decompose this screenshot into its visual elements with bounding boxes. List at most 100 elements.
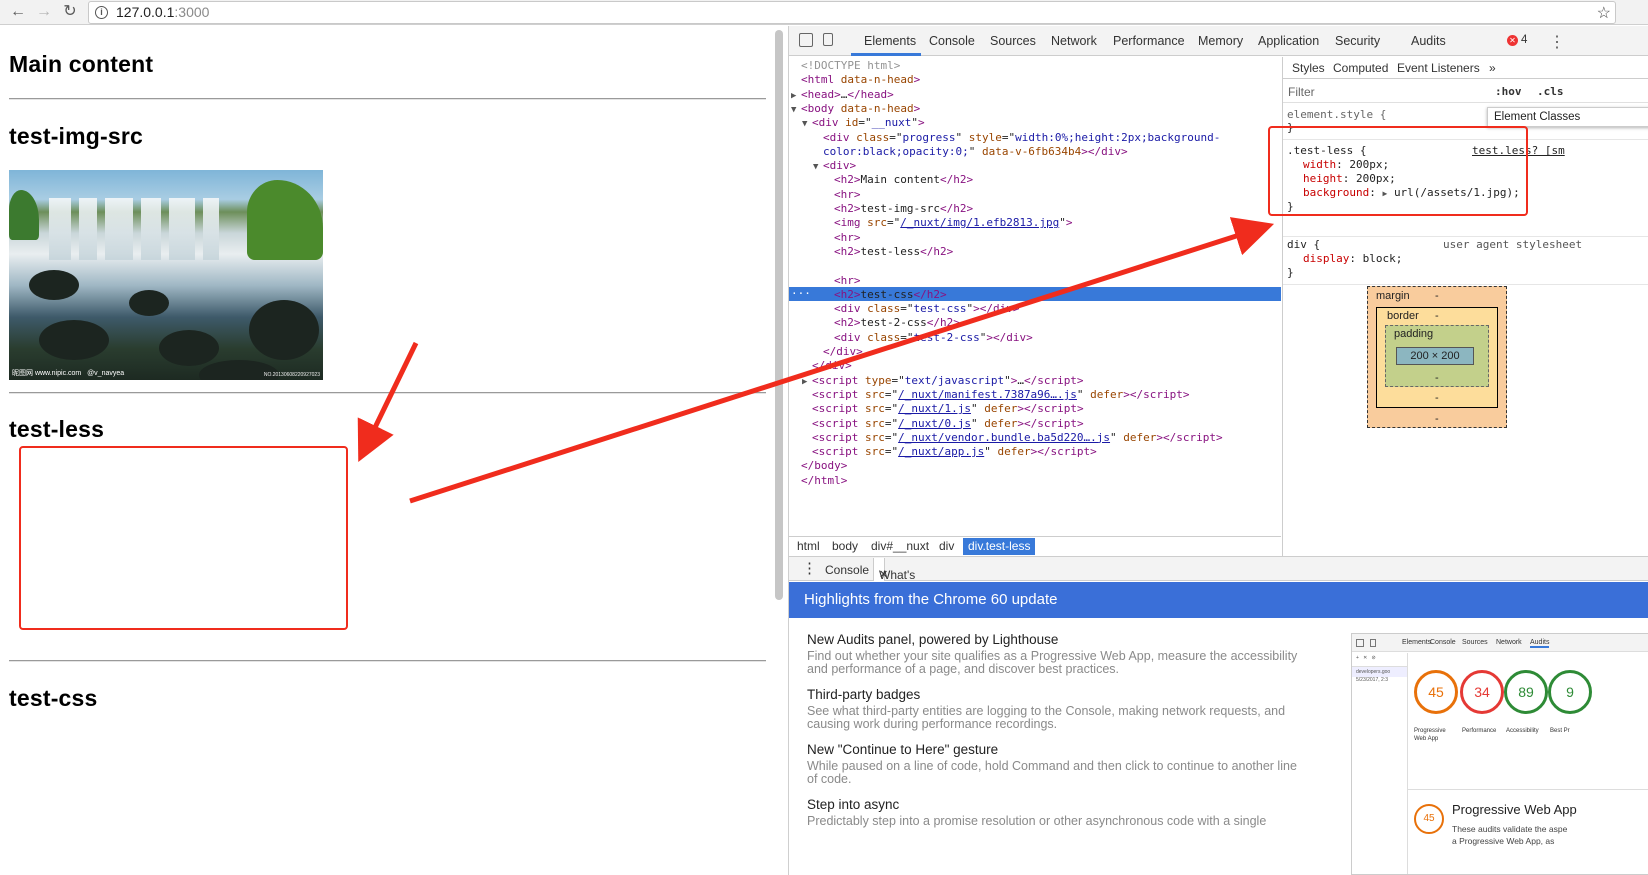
styles-filter-row: Filter :hov .cls	[1283, 80, 1648, 103]
dom-node[interactable]: <div class="test-css"></div>	[824, 302, 1019, 316]
drawer-tabbar: ⋮ Console What's New ✕	[789, 556, 1648, 604]
heading-test-less: test-less	[9, 416, 105, 442]
news-title[interactable]: Step into async	[807, 797, 899, 812]
dom-node[interactable]: <script src="/_nuxt/vendor.bundle.ba5d22…	[802, 431, 1223, 445]
news-desc: Find out whether your site qualifies as …	[807, 649, 1298, 676]
dom-node[interactable]: </div>	[813, 345, 863, 359]
tab-memory[interactable]: Memory	[1198, 34, 1243, 48]
inspect-element-icon[interactable]	[799, 33, 813, 47]
tab-elements[interactable]: Elements	[864, 34, 916, 48]
dom-node[interactable]: <hr>	[824, 188, 861, 202]
dom-node[interactable]: <h2>test-css</h2>	[824, 288, 947, 302]
box-model-border: border - - padding - 200 × 200	[1376, 307, 1498, 408]
crumb-div[interactable]: div	[939, 539, 954, 553]
tab-event-listeners[interactable]: Event Listeners	[1397, 61, 1480, 75]
dom-node[interactable]: <h2>test-img-src</h2>	[824, 202, 973, 216]
news-title[interactable]: New "Continue to Here" gesture	[807, 742, 998, 757]
dom-node[interactable]: ▼ <div id="__nuxt">	[802, 116, 925, 130]
image-watermark: 昵图网 www.nipic.com @v_navyea	[12, 370, 125, 377]
dom-node[interactable]: </body>	[791, 459, 847, 473]
gauge-accessibility: 89	[1504, 670, 1548, 714]
news-title[interactable]: Third-party badges	[807, 687, 920, 702]
back-icon[interactable]: ←	[8, 2, 28, 22]
styles-filter-input[interactable]: Filter	[1288, 85, 1315, 99]
tab-network[interactable]: Network	[1051, 34, 1097, 48]
dom-node[interactable]: <h2>test-less</h2>	[824, 245, 953, 259]
more-tabs-icon[interactable]: »	[1489, 61, 1496, 75]
heading-main-content: Main content	[9, 51, 154, 77]
heading-test-img-src: test-img-src	[9, 123, 144, 149]
drawer-tab-console[interactable]: Console	[825, 563, 869, 577]
dom-node[interactable]: <h2>Main content</h2>	[824, 173, 973, 187]
tab-security[interactable]: Security	[1335, 34, 1380, 48]
error-count-badge[interactable]: ✕ 4	[1507, 34, 1527, 46]
page-scrollbar[interactable]	[775, 30, 783, 600]
dom-node[interactable]: ▼ <div>	[813, 159, 856, 173]
breadcrumb: html body div#__nuxt div div.test-less	[789, 536, 1281, 556]
forward-icon[interactable]: →	[34, 2, 54, 22]
bookmark-star-icon[interactable]: ☆	[1597, 3, 1611, 24]
drawer-menu-icon[interactable]: ⋮	[802, 559, 817, 577]
tab-sources[interactable]: Sources	[990, 34, 1036, 48]
dom-node[interactable]: <hr>	[824, 274, 861, 288]
crumb-nuxt[interactable]: div#__nuxt	[871, 539, 929, 553]
drawer-tab-whats-new[interactable]: What's New ✕	[873, 558, 915, 604]
cls-toggle[interactable]: .cls	[1537, 85, 1564, 98]
crumb-test-less[interactable]: div.test-less	[963, 538, 1036, 555]
devtools-menu-icon[interactable]: ⋮	[1549, 32, 1565, 52]
rule-source-link[interactable]: test.less? [sm	[1472, 144, 1565, 157]
dom-node[interactable]: </div>	[802, 359, 852, 373]
device-toolbar-icon[interactable]	[823, 33, 833, 46]
devtools-tabbar: Elements Console Sources Network Perform…	[789, 26, 1648, 56]
rule-prop-background[interactable]: background: ▶ url(/assets/1.jpg);	[1303, 186, 1520, 199]
expand-toggle-icon[interactable]: ▼	[813, 160, 823, 174]
tab-application[interactable]: Application	[1258, 34, 1319, 48]
tab-computed[interactable]: Computed	[1333, 61, 1388, 75]
waterfall-image: 昵图网 www.nipic.com @v_navyea NO.201306082…	[9, 170, 323, 380]
reload-icon[interactable]: ↻	[60, 2, 80, 22]
error-icon: ✕	[1507, 35, 1518, 46]
crumb-html[interactable]: html	[797, 539, 820, 553]
expand-toggle-icon[interactable]: ▶	[791, 89, 801, 103]
hov-toggle[interactable]: :hov	[1495, 85, 1522, 98]
expand-toggle-icon[interactable]: ▶	[802, 375, 812, 389]
rule-prop-width[interactable]: width: 200px;	[1303, 158, 1389, 171]
dom-node[interactable]: ▶ <head>…</head>	[791, 88, 894, 102]
dom-node[interactable]: <hr>	[824, 231, 861, 245]
dom-node[interactable]: <script src="/_nuxt/0.js" defer></script…	[802, 417, 1084, 431]
gauge-performance: 34	[1460, 670, 1504, 714]
expand-toggle-icon[interactable]: ▼	[802, 117, 812, 131]
expand-toggle-icon[interactable]: ▼	[791, 103, 801, 117]
gauge-best-practices: 9	[1548, 670, 1592, 714]
news-title[interactable]: New Audits panel, powered by Lighthouse	[807, 632, 1058, 647]
address-bar[interactable]: i 127.0.0.1:3000 ☆	[88, 1, 1616, 24]
ua-div-rule[interactable]: div { user agent stylesheet display: blo…	[1283, 235, 1648, 285]
tab-styles[interactable]: Styles	[1292, 61, 1325, 75]
tab-performance[interactable]: Performance	[1113, 34, 1185, 48]
dom-node[interactable]: <script src="/_nuxt/1.js" defer></script…	[802, 402, 1084, 416]
info-icon[interactable]: i	[95, 6, 108, 19]
dom-node[interactable]: ▶ <script type="text/javascript">…</scrip…	[802, 374, 1084, 388]
dom-tree[interactable]: ··· <!DOCTYPE html> <html data-n-head> ▶ <h…	[789, 57, 1281, 535]
dom-node[interactable]: <!DOCTYPE html>	[791, 59, 900, 73]
dom-node[interactable]: <script src="/_nuxt/manifest.7387a96….js…	[802, 388, 1190, 402]
dom-node[interactable]: <div class="test-2-css"></div>	[824, 331, 1033, 345]
element-style-rule[interactable]: element.style { }	[1283, 104, 1648, 140]
gauge-pwa: 45	[1414, 670, 1458, 714]
dom-node-selected[interactable]: <div class="test-less"></div> == $0	[824, 259, 1066, 273]
dom-node[interactable]: <h2>test-2-css</h2>	[824, 316, 960, 330]
dom-node[interactable]: <img src="/_nuxt/img/1.efb2813.jpg">	[824, 216, 1072, 230]
crumb-body[interactable]: body	[832, 539, 858, 553]
test-less-rule[interactable]: .test-less { test.less? [sm width: 200px…	[1283, 141, 1648, 237]
dom-node[interactable]: ▼ <body data-n-head>	[791, 102, 920, 116]
dom-node[interactable]: </html>	[791, 474, 847, 488]
dom-node[interactable]: <html data-n-head>	[791, 73, 920, 87]
dom-node[interactable]: <script src="/_nuxt/app.js" defer></scri…	[802, 445, 1097, 459]
tab-console[interactable]: Console	[929, 34, 975, 48]
rule-prop-height[interactable]: height: 200px;	[1303, 172, 1396, 185]
rule-selector: .test-less {	[1287, 144, 1367, 157]
news-desc: Predictably step into a promise resoluti…	[807, 814, 1267, 828]
dom-node[interactable]: <div class="progress" style="width:0%;he…	[813, 131, 1220, 145]
dom-node[interactable]: color:black;opacity:0;" data-v-6fb634b4>…	[813, 145, 1128, 159]
tab-audits[interactable]: Audits	[1411, 34, 1446, 48]
